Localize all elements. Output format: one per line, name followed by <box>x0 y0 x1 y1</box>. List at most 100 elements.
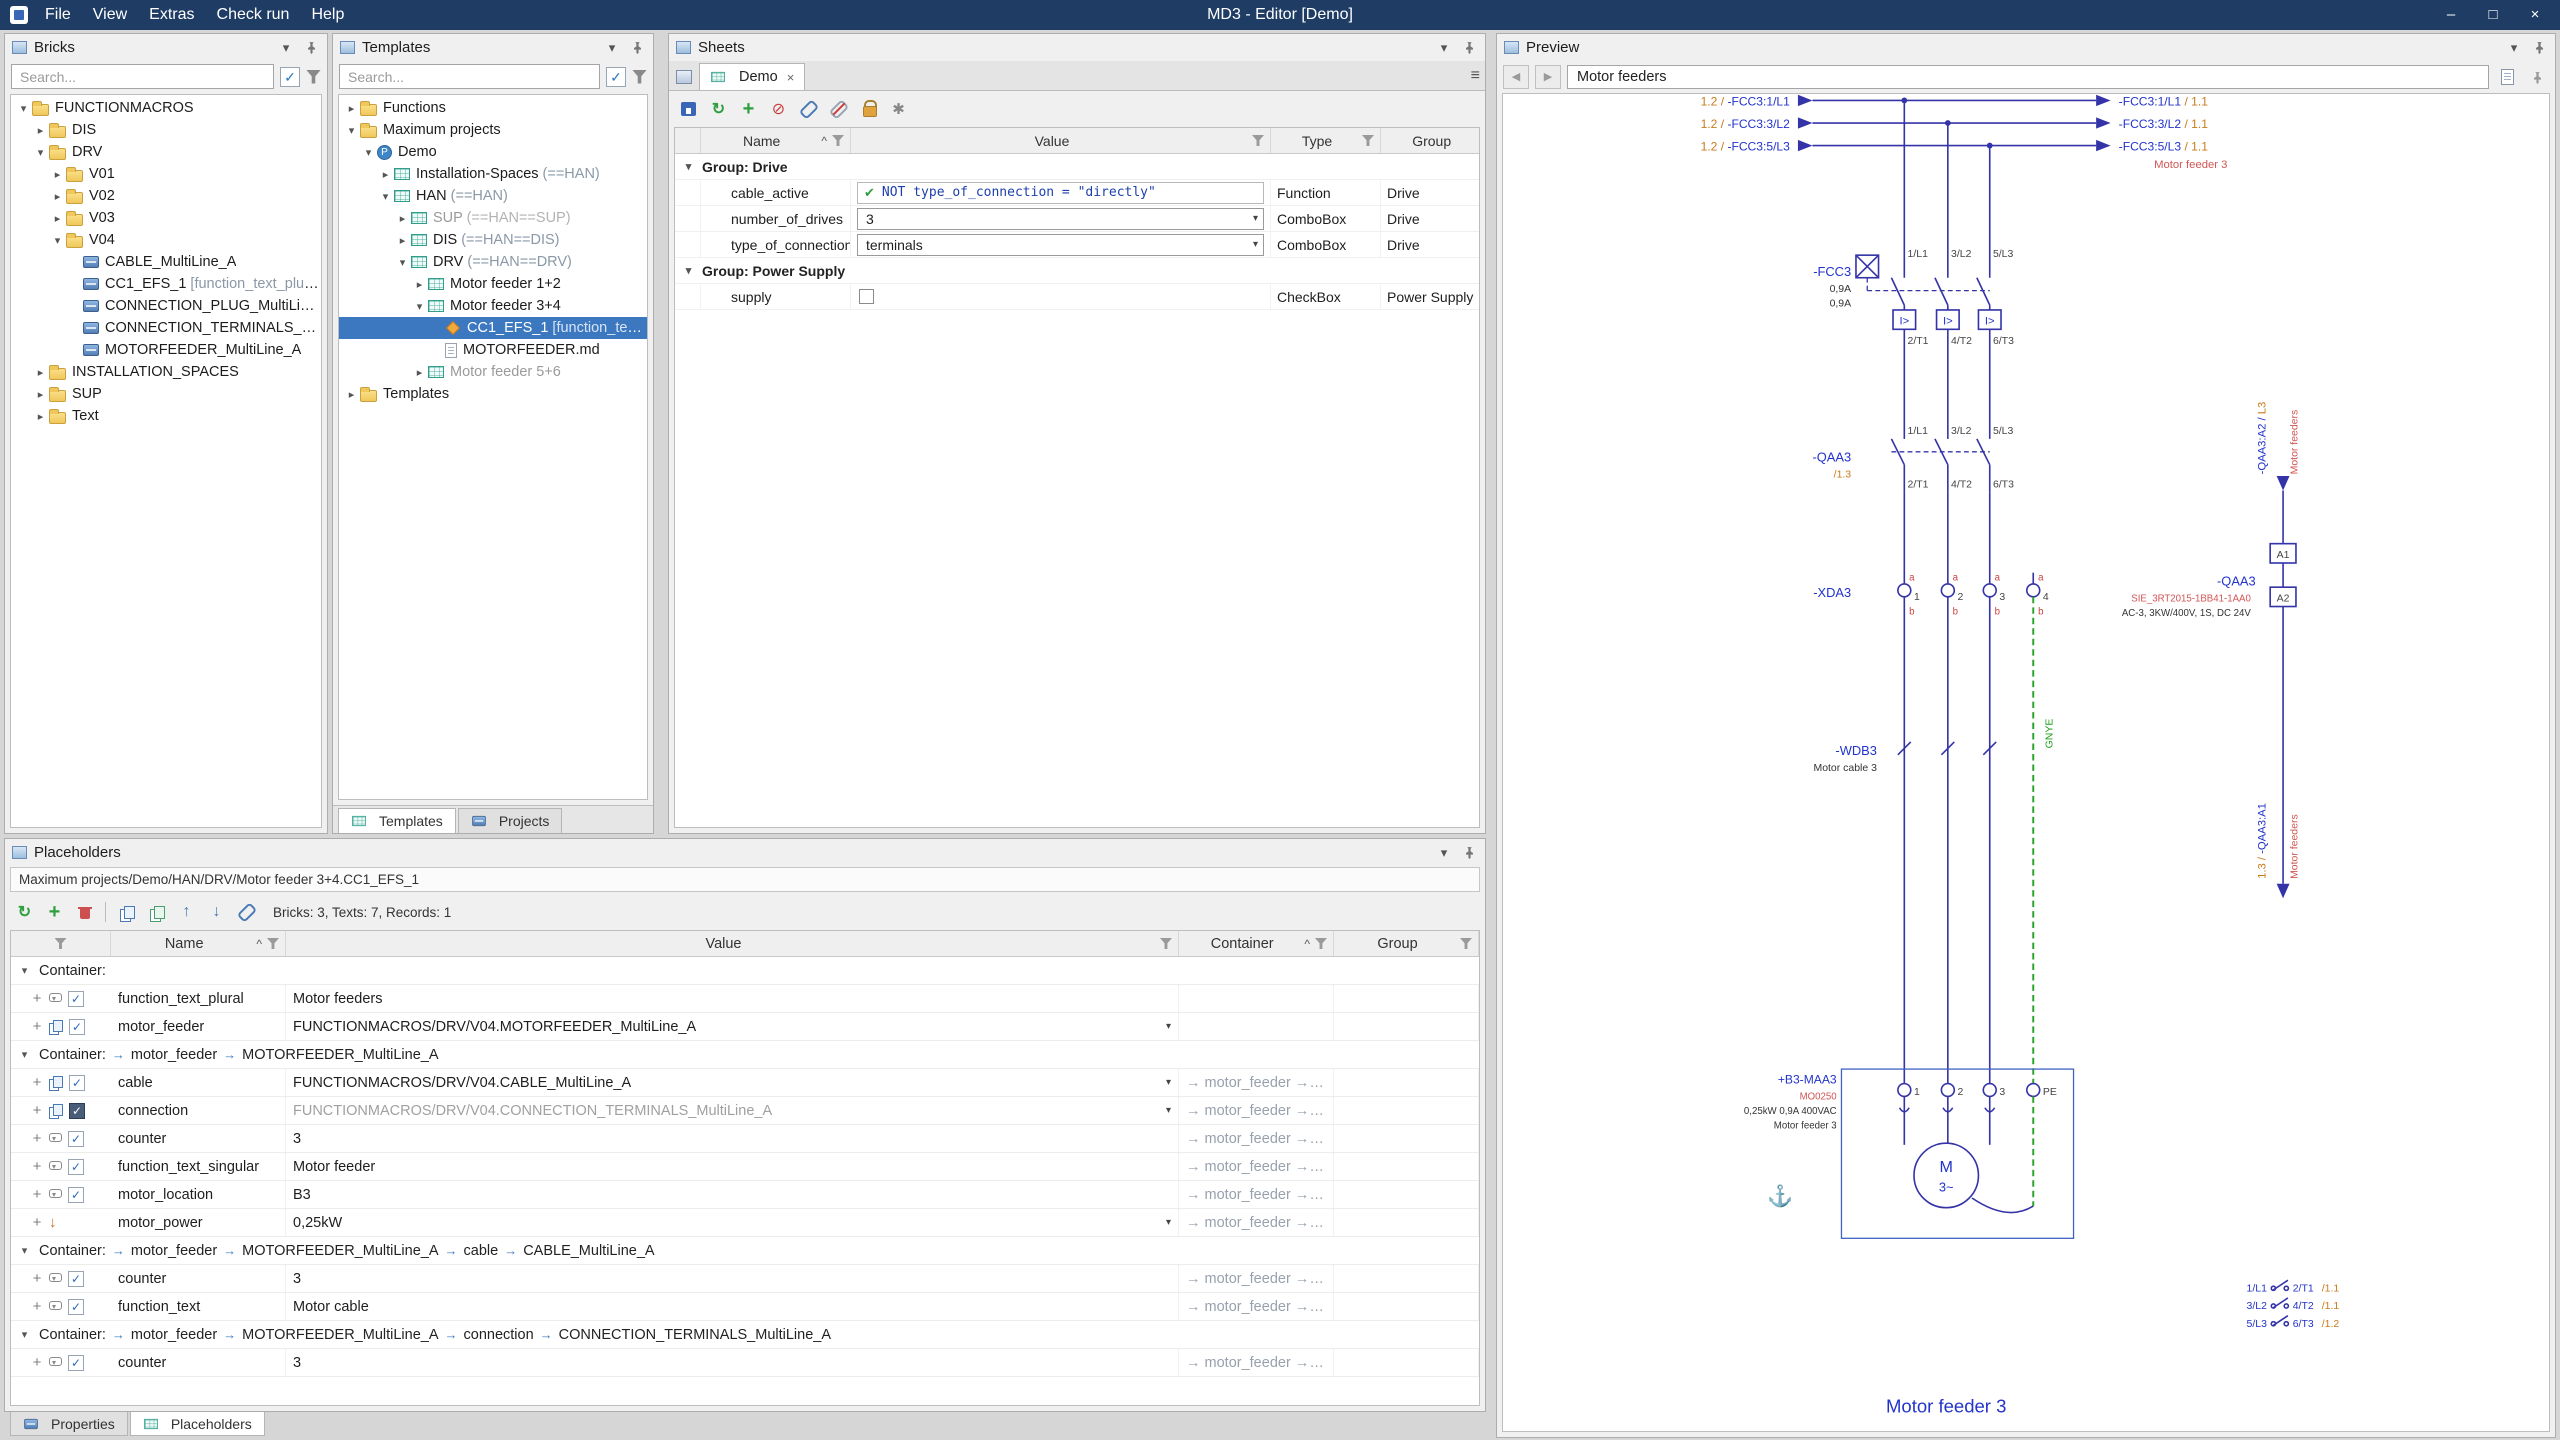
container-section-row[interactable]: ▾Container:→motor_feeder→MOTORFEEDER_Mul… <box>11 1237 1479 1265</box>
expander-open-icon[interactable]: ▾ <box>49 234 66 247</box>
filter-icon[interactable] <box>55 938 67 949</box>
chevron-down-icon[interactable]: ▾ <box>277 39 295 57</box>
container-section-row[interactable]: ▾Container:→motor_feeder→MOTORFEEDER_Mul… <box>11 1321 1479 1349</box>
link-icon[interactable] <box>233 899 260 925</box>
search-options-toggle[interactable] <box>280 67 300 87</box>
maximize-button[interactable]: □ <box>2472 0 2514 30</box>
column-header-name[interactable]: Name <box>701 128 851 153</box>
filter-icon[interactable] <box>306 70 321 84</box>
expander-open-icon[interactable]: ▾ <box>680 160 697 173</box>
copy-icon[interactable] <box>49 1020 63 1034</box>
placeholder-row[interactable]: +↓motor_power0,25kW▾→ motor_feeder → MOT… <box>11 1209 1479 1237</box>
expander-open-icon[interactable]: ▾ <box>394 256 411 269</box>
bricks-tree-item[interactable]: ▾V04 <box>11 229 321 251</box>
placeholder-row[interactable]: +✓function_textMotor cable→ motor_feeder… <box>11 1293 1479 1321</box>
expander-open-icon[interactable]: ▾ <box>343 124 360 137</box>
expander-closed-icon[interactable]: ▸ <box>394 234 411 247</box>
comment-icon[interactable] <box>49 1133 62 1142</box>
down-arrow-icon[interactable]: ↓ <box>49 1214 57 1231</box>
bricks-tree-item[interactable]: MOTORFEEDER_MultiLine_A <box>11 339 321 361</box>
filter-icon[interactable] <box>267 938 279 949</box>
placeholder-row[interactable]: +✓function_text_singularMotor feeder→ mo… <box>11 1153 1479 1181</box>
expander-open-icon[interactable]: ▾ <box>15 102 32 115</box>
checkbox-checked-icon[interactable]: ✓ <box>69 1103 85 1119</box>
chevron-down-icon[interactable]: ▾ <box>603 39 621 57</box>
checkbox-checked-icon[interactable]: ✓ <box>68 1271 84 1287</box>
templates-tree-item[interactable]: ▸Functions <box>339 97 647 119</box>
column-header-type[interactable]: Type <box>1271 128 1381 153</box>
expander-open-icon[interactable]: ▾ <box>16 1328 33 1341</box>
lock-icon[interactable] <box>855 96 882 122</box>
param-group-row[interactable]: ▾Group: Power Supply <box>675 258 1479 284</box>
add-icon[interactable] <box>735 96 762 122</box>
sheet-list-icon[interactable] <box>676 70 692 84</box>
gear-icon[interactable] <box>885 96 912 122</box>
container-section-row[interactable]: ▾Container:→motor_feeder→MOTORFEEDER_Mul… <box>11 1041 1479 1069</box>
chevron-down-icon[interactable]: ▾ <box>2505 39 2523 57</box>
search-input[interactable] <box>339 64 600 89</box>
filter-icon[interactable] <box>1315 938 1327 949</box>
placeholder-row[interactable]: +✓counter3→ motor_feeder → MOTOR… <box>11 1265 1479 1293</box>
templates-tree-item[interactable]: ▸DIS (==HAN==DIS) <box>339 229 647 251</box>
param-row[interactable]: type_of_connectionterminals▾ComboBoxDriv… <box>675 232 1479 258</box>
expander-closed-icon[interactable]: ▸ <box>343 102 360 115</box>
combo-box[interactable]: 3▾ <box>857 208 1264 230</box>
menu-file[interactable]: File <box>34 0 82 30</box>
checkbox-checked-icon[interactable]: ✓ <box>68 991 84 1007</box>
add-icon[interactable]: + <box>31 1214 43 1231</box>
filter-icon[interactable] <box>1460 938 1472 949</box>
templates-tree-item[interactable]: ▾DRV (==HAN==DRV) <box>339 251 647 273</box>
templates-tree-item[interactable]: ▾Motor feeder 3+4 <box>339 295 647 317</box>
checkbox[interactable] <box>859 289 874 304</box>
templates-tree-item[interactable]: ▾Demo <box>339 141 647 163</box>
refresh-icon[interactable] <box>705 96 732 122</box>
bricks-tree-item[interactable]: ▾FUNCTIONMACROS <box>11 97 321 119</box>
templates-tree-item[interactable]: MOTORFEEDER.md <box>339 339 647 361</box>
add-icon[interactable]: + <box>31 1102 43 1119</box>
bricks-tree-item[interactable]: CONNECTION_PLUG_MultiLine_A <box>11 295 321 317</box>
expander-closed-icon[interactable]: ▸ <box>411 366 428 379</box>
expander-open-icon[interactable]: ▾ <box>16 1244 33 1257</box>
expander-closed-icon[interactable]: ▸ <box>32 124 49 137</box>
combo-box[interactable]: FUNCTIONMACROS/DRV/V04.CABLE_MultiLine_A… <box>293 1075 1171 1091</box>
add-icon[interactable]: + <box>31 1130 43 1147</box>
param-row[interactable]: number_of_drives3▾ComboBoxDrive <box>675 206 1479 232</box>
bricks-tree-item[interactable]: CONNECTION_TERMINALS_MultiLine_A <box>11 317 321 339</box>
filter-icon[interactable] <box>1362 135 1374 146</box>
expander-closed-icon[interactable]: ▸ <box>49 212 66 225</box>
placeholder-row[interactable]: +✓motor_locationB3→ motor_feeder → MOTOR… <box>11 1181 1479 1209</box>
link-icon[interactable] <box>795 96 822 122</box>
placeholder-row[interactable]: +✓connectionFUNCTIONMACROS/DRV/V04.CONNE… <box>11 1097 1479 1125</box>
checkbox-checked-icon[interactable]: ✓ <box>68 1187 84 1203</box>
close-button[interactable]: × <box>2514 0 2556 30</box>
expander-closed-icon[interactable]: ▸ <box>343 388 360 401</box>
expander-closed-icon[interactable]: ▸ <box>32 366 49 379</box>
column-header-name[interactable]: Name <box>111 931 286 956</box>
templates-tree-item[interactable]: ▸SUP (==HAN==SUP) <box>339 207 647 229</box>
preview-selector[interactable]: Motor feeders <box>1567 65 2489 89</box>
column-header-container[interactable]: Container <box>1179 931 1334 956</box>
checkbox-checked-icon[interactable]: ✓ <box>68 1159 84 1175</box>
container-section-row[interactable]: ▾Container: <box>11 957 1479 985</box>
column-header-value[interactable]: Value <box>286 931 1179 956</box>
pin-icon[interactable] <box>2525 65 2549 89</box>
tab-demo[interactable]: Demo <box>699 63 805 90</box>
filter-icon[interactable] <box>832 135 844 146</box>
add-icon[interactable]: + <box>31 1298 43 1315</box>
bricks-tree-item[interactable]: CC1_EFS_1 [function_text_plural3] <box>11 273 321 295</box>
copy-icon[interactable] <box>49 1104 63 1118</box>
chevron-down-icon[interactable]: ▾ <box>1435 844 1453 862</box>
close-icon[interactable] <box>787 70 795 85</box>
previous-button[interactable] <box>1503 65 1529 89</box>
checkbox-checked-icon[interactable]: ✓ <box>68 1131 84 1147</box>
duplicate-icon[interactable] <box>143 899 170 925</box>
placeholder-row[interactable]: +✓counter3→ motor_feeder → MOTOR… <box>11 1125 1479 1153</box>
add-icon[interactable]: + <box>31 1354 43 1371</box>
tab-menu-icon[interactable] <box>1471 67 1480 85</box>
templates-tree-item[interactable]: ▸Motor feeder 1+2 <box>339 273 647 295</box>
pin-icon[interactable] <box>628 41 646 54</box>
add-icon[interactable]: + <box>31 1270 43 1287</box>
expander-closed-icon[interactable]: ▸ <box>32 410 49 423</box>
combo-box[interactable]: terminals▾ <box>857 234 1264 256</box>
expander-open-icon[interactable]: ▾ <box>680 264 697 277</box>
